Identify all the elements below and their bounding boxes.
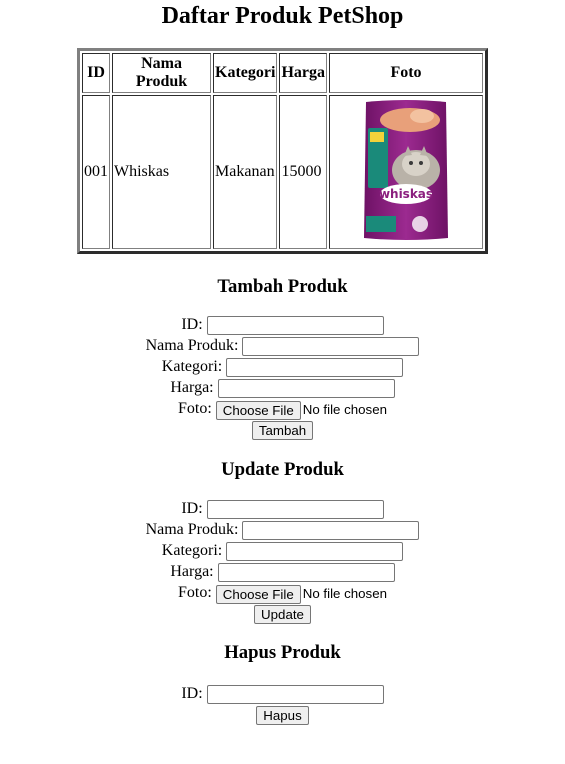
update-id-row: ID: [0, 498, 565, 519]
hapus-id-label: ID: [181, 685, 203, 702]
cell-id: 001 [82, 95, 110, 249]
cat-food-bag-image: whiskas [364, 99, 448, 240]
table-row: 001 Whiskas Makanan 15000 whiskas [82, 95, 483, 249]
tambah-foto-label: Foto: [177, 400, 212, 417]
tambah-kategori-input[interactable] [226, 357, 404, 377]
update-nama-row: Nama Produk: [0, 519, 565, 540]
update-button[interactable]: Update [254, 604, 311, 624]
tambah-file-status: No file chosen [302, 401, 387, 417]
cell-foto: whiskas [329, 95, 483, 249]
update-foto-row: Foto: Choose File No file chosen [0, 582, 565, 604]
update-foto-label: Foto: [177, 584, 212, 601]
tambah-file-input: Choose File No file chosen [215, 399, 387, 420]
table-header-row: ID Nama Produk Kategori Harga Foto [82, 53, 483, 93]
update-kategori-row: Kategori: [0, 540, 565, 561]
hapus-id-input[interactable] [206, 684, 384, 704]
cell-nama: Whiskas [112, 95, 212, 249]
tambah-id-row: ID: [0, 314, 565, 335]
tambah-nama-label: Nama Produk: [145, 337, 239, 354]
bag-brand-logo: whiskas [379, 187, 433, 201]
update-produk-section: Update Produk ID: Nama Produk: Kategori:… [0, 459, 565, 624]
update-produk-heading: Update Produk [221, 459, 344, 480]
product-photo: whiskas [360, 98, 452, 247]
header-id: ID [82, 53, 110, 93]
hapus-produk-section: Hapus Produk ID: Hapus [0, 642, 565, 725]
update-harga-label: Harga: [170, 563, 214, 580]
header-foto: Foto [329, 53, 483, 93]
tambah-foto-row: Foto: Choose File No file chosen [0, 398, 565, 420]
update-kategori-label: Kategori: [161, 542, 223, 559]
hapus-id-row: ID: [0, 683, 565, 704]
tambah-nama-row: Nama Produk: [0, 335, 565, 356]
update-file-status: No file chosen [302, 585, 387, 601]
update-file-input: Choose File No file chosen [215, 583, 387, 604]
header-nama-produk: Nama Produk [112, 53, 212, 93]
tambah-nama-input[interactable] [242, 336, 420, 356]
tambah-harga-input[interactable] [217, 378, 395, 398]
tambah-produk-heading: Tambah Produk [217, 276, 348, 297]
tambah-submit-row: Tambah [0, 419, 565, 440]
update-harga-input[interactable] [217, 562, 395, 582]
update-choose-file-button[interactable]: Choose File [215, 584, 301, 604]
update-harga-row: Harga: [0, 561, 565, 582]
tambah-kategori-row: Kategori: [0, 356, 565, 377]
header-kategori: Kategori [213, 53, 278, 93]
product-table: ID Nama Produk Kategori Harga Foto 001 W… [77, 48, 488, 254]
update-nama-label: Nama Produk: [145, 521, 239, 538]
update-nama-input[interactable] [242, 520, 420, 540]
update-id-input[interactable] [206, 499, 384, 519]
hapus-produk-heading: Hapus Produk [224, 642, 341, 663]
update-kategori-input[interactable] [226, 541, 404, 561]
header-harga: Harga [279, 53, 327, 93]
cell-harga: 15000 [279, 95, 327, 249]
tambah-button[interactable]: Tambah [251, 420, 314, 440]
tambah-choose-file-button[interactable]: Choose File [215, 400, 301, 420]
page: Daftar Produk PetShop ID Nama Produk Kat… [0, 0, 565, 725]
tambah-kategori-label: Kategori: [161, 358, 223, 375]
tambah-id-input[interactable] [206, 315, 384, 335]
update-id-label: ID: [181, 500, 203, 517]
hapus-button[interactable]: Hapus [256, 705, 309, 725]
tambah-produk-section: Tambah Produk ID: Nama Produk: Kategori:… [0, 276, 565, 440]
tambah-id-label: ID: [181, 316, 203, 333]
tambah-harga-label: Harga: [170, 379, 214, 396]
page-title: Daftar Produk PetShop [161, 3, 404, 29]
cell-kategori: Makanan [213, 95, 278, 249]
hapus-submit-row: Hapus [0, 704, 565, 725]
update-submit-row: Update [0, 603, 565, 624]
tambah-harga-row: Harga: [0, 377, 565, 398]
